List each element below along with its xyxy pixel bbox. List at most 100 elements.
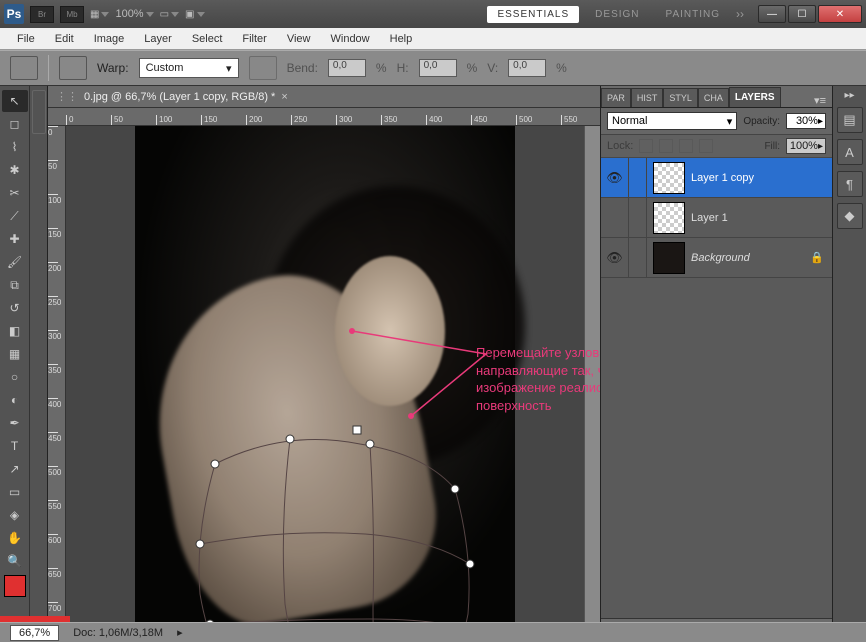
blend-mode-select[interactable]: Normal▾: [607, 112, 737, 130]
panel-tab-layers[interactable]: LAYERS: [729, 87, 781, 107]
screen-mode-dropdown[interactable]: ▣: [185, 9, 204, 20]
view-extras-dropdown[interactable]: ▦: [90, 9, 109, 20]
fill-label: Fill:: [764, 141, 780, 152]
layer-row[interactable]: Layer 1: [601, 198, 832, 238]
status-menu-icon[interactable]: ▸: [177, 626, 183, 639]
opacity-input[interactable]: 30%▸: [786, 113, 826, 129]
para-panel-icon[interactable]: ¶: [837, 171, 863, 197]
collapse-dock-icon[interactable]: ▸▸: [844, 90, 854, 101]
toolbox: ↖ ◻ ⌇ ✱ ✂ ⟋ ✚ 🖌 ⧉ ↺ ◧ ▦ ○ ◐ ✒ T ↗ ▭ ◈ ✋ …: [0, 86, 30, 642]
lock-label: Lock:: [607, 140, 633, 152]
pen-tool[interactable]: ✒: [2, 412, 28, 434]
bridge-button[interactable]: Br: [30, 6, 54, 23]
char-panel-icon[interactable]: A: [837, 139, 863, 165]
document-area: ⋮⋮ 0.jpg @ 66,7% (Layer 1 copy, RGB/8) *…: [48, 86, 600, 642]
blur-tool[interactable]: ○: [2, 366, 28, 388]
gradient-tool[interactable]: ▦: [2, 343, 28, 365]
layer-row[interactable]: 👁 Layer 1 copy: [601, 158, 832, 198]
3d-tool[interactable]: ◈: [2, 504, 28, 526]
maximize-button[interactable]: ☐: [788, 5, 816, 23]
foreground-color-swatch[interactable]: [4, 575, 26, 597]
canvas[interactable]: Перемещайте узловые точки сетки и направ…: [66, 126, 584, 626]
menu-layer[interactable]: Layer: [135, 30, 181, 48]
menu-file[interactable]: File: [8, 30, 44, 48]
path-tool[interactable]: ↗: [2, 458, 28, 480]
document-image: [135, 126, 515, 626]
fill-input[interactable]: 100%▸: [786, 138, 826, 154]
panel-tab-par[interactable]: PAR: [601, 88, 631, 107]
layer-thumbnail[interactable]: [653, 242, 685, 274]
panel-menu-icon[interactable]: ▾≡: [808, 94, 832, 107]
move-tool[interactable]: ↖: [2, 90, 28, 112]
menu-edit[interactable]: Edit: [46, 30, 83, 48]
zoom-dropdown[interactable]: 100%: [115, 8, 153, 20]
layer-name[interactable]: Background: [691, 252, 810, 264]
warp-label: Warp:: [97, 61, 129, 75]
arrange-dropdown[interactable]: ▭: [160, 9, 179, 20]
menu-view[interactable]: View: [278, 30, 320, 48]
tab-close-icon[interactable]: ×: [281, 91, 287, 103]
lock-icon: 🔒: [810, 251, 824, 264]
app-titlebar: Ps Br Mb ▦ 100% ▭ ▣ ESSENTIALS DESIGN PA…: [0, 0, 866, 28]
workspace-essentials[interactable]: ESSENTIALS: [487, 6, 579, 23]
more-workspaces-icon[interactable]: ››: [736, 7, 744, 21]
panel-tab-cha[interactable]: CHA: [698, 88, 729, 107]
collapsed-dock[interactable]: [30, 86, 48, 642]
layer-name[interactable]: Layer 1 copy: [691, 172, 824, 184]
close-button[interactable]: ✕: [818, 5, 862, 23]
layer-row[interactable]: 👁 Background 🔒: [601, 238, 832, 278]
visibility-toggle[interactable]: 👁: [601, 238, 629, 277]
menu-window[interactable]: Window: [322, 30, 379, 48]
lock-pixels-icon[interactable]: [659, 139, 673, 153]
layer-name[interactable]: Layer 1: [691, 212, 824, 224]
heal-tool[interactable]: ✚: [2, 228, 28, 250]
type-tool[interactable]: T: [2, 435, 28, 457]
minimize-button[interactable]: ―: [758, 5, 786, 23]
lasso-tool[interactable]: ⌇: [2, 136, 28, 158]
menu-image[interactable]: Image: [85, 30, 134, 48]
history-panel-icon[interactable]: ▤: [837, 107, 863, 133]
document-tab[interactable]: 0.jpg @ 66,7% (Layer 1 copy, RGB/8) *: [84, 91, 275, 103]
panel-tab-hist[interactable]: HIST: [631, 88, 664, 107]
h-label: H:: [397, 61, 409, 75]
marquee-tool[interactable]: ◻: [2, 113, 28, 135]
minibridge-button[interactable]: Mb: [60, 6, 84, 23]
status-zoom[interactable]: 66,7%: [10, 625, 59, 641]
layer-thumbnail[interactable]: [653, 162, 685, 194]
menu-select[interactable]: Select: [183, 30, 232, 48]
bend-label: Bend:: [287, 61, 318, 75]
warp-orientation-icon: [249, 56, 277, 80]
eraser-tool[interactable]: ◧: [2, 320, 28, 342]
wand-tool[interactable]: ✱: [2, 159, 28, 181]
dodge-tool[interactable]: ◐: [2, 389, 28, 411]
menu-filter[interactable]: Filter: [233, 30, 275, 48]
opacity-label: Opacity:: [743, 116, 780, 127]
layer-thumbnail[interactable]: [653, 202, 685, 234]
warp-mode-select[interactable]: Custom▾: [139, 58, 239, 78]
visibility-toggle[interactable]: [601, 198, 629, 237]
eyedropper-tool[interactable]: ⟋: [2, 205, 28, 227]
stamp-tool[interactable]: ⧉: [2, 274, 28, 296]
workspace-design[interactable]: DESIGN: [585, 6, 649, 23]
status-doc-size[interactable]: Doc: 1,06M/3,18M: [73, 627, 163, 639]
hand-tool[interactable]: ✋: [2, 527, 28, 549]
collapsed-panel-strip: ▸▸ ▤ A ¶ ◆: [832, 86, 866, 642]
lock-all-icon[interactable]: [699, 139, 713, 153]
swatches-panel-icon[interactable]: ◆: [837, 203, 863, 229]
doc-grip-icon[interactable]: ⋮⋮: [56, 90, 78, 103]
bend-input: 0,0: [328, 59, 366, 77]
brush-tool[interactable]: 🖌: [2, 251, 28, 273]
crop-tool[interactable]: ✂: [2, 182, 28, 204]
history-brush-tool[interactable]: ↺: [2, 297, 28, 319]
panel-tab-styl[interactable]: STYL: [663, 88, 698, 107]
lock-position-icon[interactable]: [679, 139, 693, 153]
zoom-tool[interactable]: 🔍: [2, 550, 28, 572]
shape-tool[interactable]: ▭: [2, 481, 28, 503]
visibility-toggle[interactable]: 👁: [601, 158, 629, 197]
menu-help[interactable]: Help: [381, 30, 422, 48]
transform-tool-icon[interactable]: [10, 56, 38, 80]
lock-transparency-icon[interactable]: [639, 139, 653, 153]
workspace-painting[interactable]: PAINTING: [656, 6, 730, 23]
warp-grid-icon[interactable]: [59, 56, 87, 80]
app-logo: Ps: [4, 4, 24, 24]
